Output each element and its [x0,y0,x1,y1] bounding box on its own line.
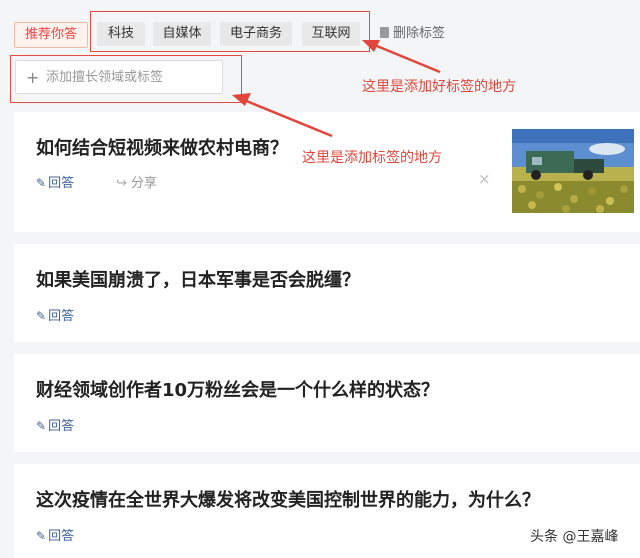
annotation-arrow-add [232,93,333,138]
annotation-arrow-tags [362,40,441,74]
annotation-arrows [232,40,441,138]
watermark: 头条 @王嘉峰 [530,529,619,545]
